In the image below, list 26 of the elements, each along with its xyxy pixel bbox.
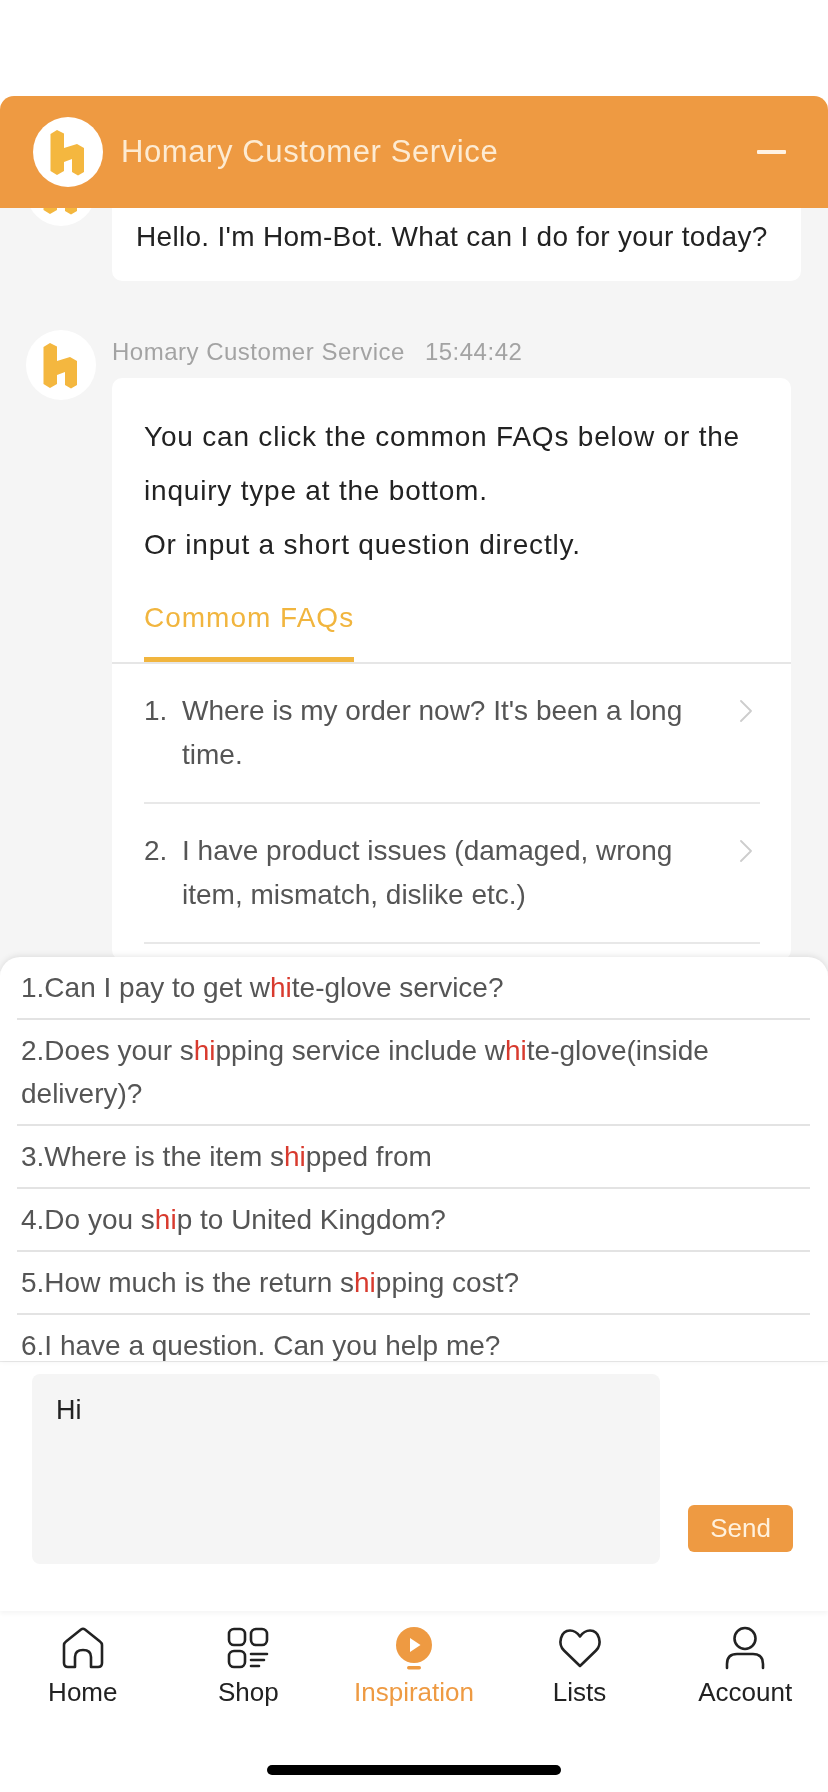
message-text: Or input a short question directly. xyxy=(144,528,582,562)
faq-item[interactable]: 1. Where is my order now? It's been a long time. xyxy=(144,664,760,804)
suggestion-item[interactable]: 6.I have a question. Can you help me? xyxy=(17,1315,810,1361)
suggestion-item[interactable]: 4.Do you ship to United Kingdom? xyxy=(17,1189,810,1252)
suggestion-item[interactable]: 2.Does your shipping service include white-glove(inside delivery)? xyxy=(17,1020,810,1126)
suggestion-item[interactable]: 5.How much is the return shipping cost? xyxy=(17,1252,810,1315)
message-text: You can click the common FAQs below or the inquiry type at the bottom. xyxy=(144,420,741,508)
suggestion-item[interactable]: 1.Can I pay to get white-glove service? xyxy=(17,957,810,1020)
suggestion-item[interactable]: 3.Where is the item shipped from xyxy=(17,1126,810,1189)
grid-list-icon xyxy=(226,1626,271,1670)
sender-name: Homary Customer Service xyxy=(112,337,405,367)
message-bubble: Hello. I'm Hom-Bot. What can I do for your today? xyxy=(112,208,801,281)
nav-item[interactable]: Lists xyxy=(552,1626,607,1708)
faq-item[interactable]: 2. I have product issues (damaged, wrong item, mismatch, dislike etc.) xyxy=(144,804,760,944)
message-time: 15:44:42 xyxy=(424,337,523,367)
home-icon xyxy=(60,1626,105,1670)
message-input[interactable]: Hi xyxy=(32,1374,660,1564)
chevron-right-icon xyxy=(740,840,752,862)
chevron-right-icon xyxy=(740,700,752,722)
logo-icon xyxy=(33,117,103,187)
minimize-icon[interactable] xyxy=(757,150,786,154)
nav-item[interactable]: Shop xyxy=(218,1626,279,1708)
nav-item[interactable]: Account xyxy=(698,1626,793,1708)
avatar-logo-icon xyxy=(26,330,96,400)
nav-item[interactable]: Home xyxy=(48,1626,118,1708)
header-title: Homary Customer Service xyxy=(121,134,500,170)
